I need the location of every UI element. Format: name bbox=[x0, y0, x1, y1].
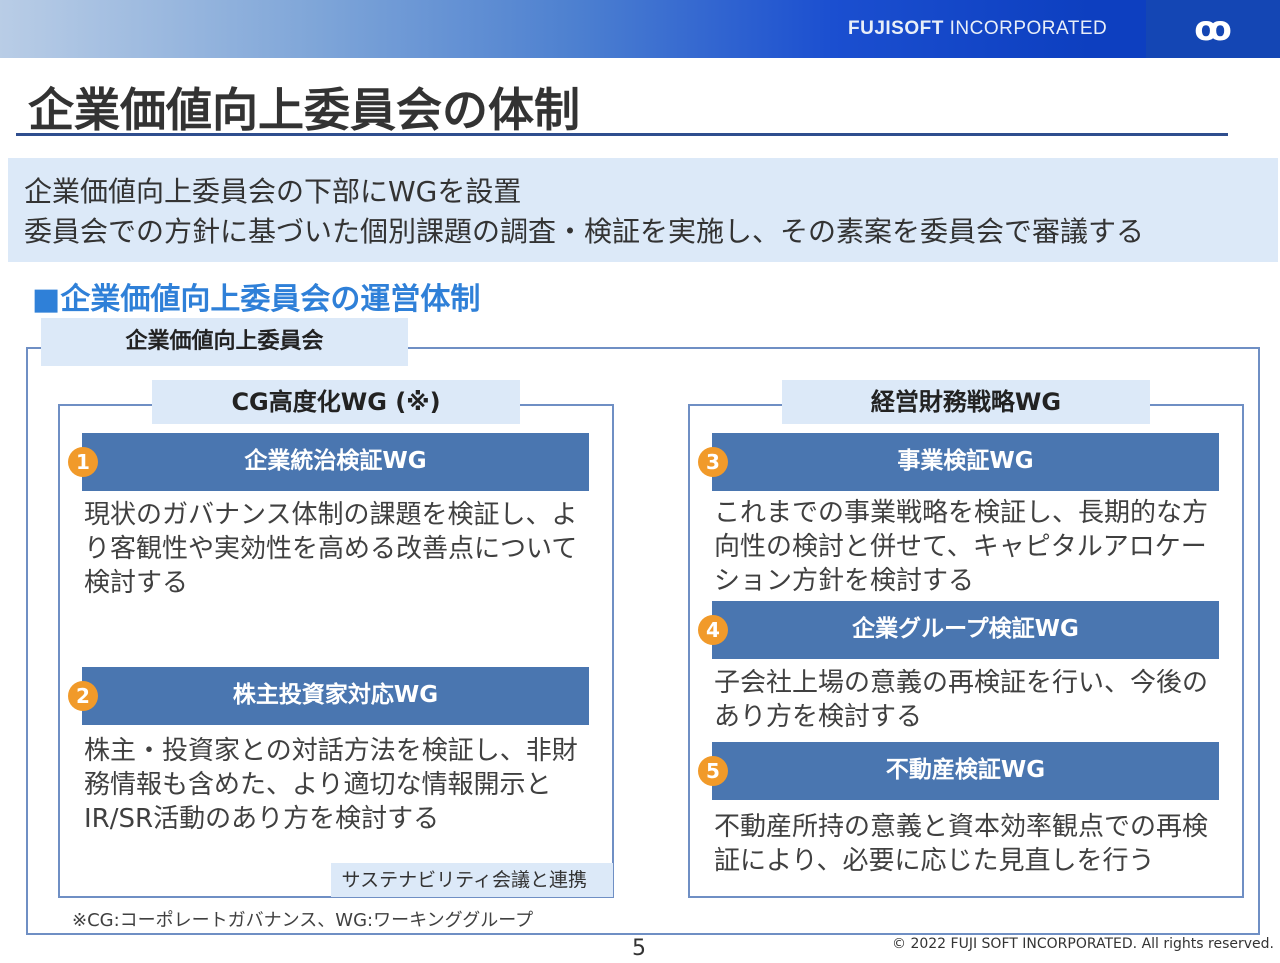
brand-bold: FUJISOFT bbox=[848, 18, 944, 39]
copyright: © 2022 FUJI SOFT INCORPORATED. All right… bbox=[892, 936, 1274, 952]
brand-name: FUJISOFT INCORPORATED bbox=[848, 18, 1107, 40]
wg-desc-1: 現状のガバナンス体制の課題を検証し、より客観性や実効性を高める改善点について検討… bbox=[84, 500, 578, 598]
footnote: ※CG:コーポレートガバナンス、WG:ワーキンググループ bbox=[72, 910, 534, 931]
cg-group-label: CG高度化WG (※) bbox=[152, 380, 520, 424]
wg-desc-5: 不動産所持の意義と資本効率観点での再検証により、必要に応じた見直しを行う bbox=[714, 812, 1209, 876]
number-badge-3: 3 bbox=[698, 447, 728, 477]
number-badge-4: 4 bbox=[698, 615, 728, 645]
page-number: 5 bbox=[632, 936, 646, 961]
section-heading: ■企業価値向上委員会の運営体制 bbox=[32, 282, 481, 317]
number-badge-5: 5 bbox=[698, 756, 728, 786]
wg-header-4: 企業グループ検証WG bbox=[712, 601, 1219, 659]
committee-label: 企業価値向上委員会 bbox=[41, 318, 408, 366]
wg-desc-2: 株主・投資家との対話方法を検証し、非財務情報も含めた、より適切な情報開示とIR/… bbox=[84, 736, 578, 834]
page-title: 企業価値向上委員会の体制 bbox=[28, 83, 580, 137]
wg-header-3: 事業検証WG bbox=[712, 433, 1219, 491]
wg-header-2: 株主投資家対応WG bbox=[82, 667, 589, 725]
number-badge-1: 1 bbox=[68, 447, 98, 477]
wg-header-1: 企業統治検証WG bbox=[82, 433, 589, 491]
wg-header-5: 不動産検証WG bbox=[712, 742, 1219, 800]
sustainability-note: サステナビリティ会議と連携 bbox=[331, 863, 613, 897]
summary-line-1: 企業価値向上委員会の下部にWGを設置 bbox=[24, 175, 522, 208]
summary-banner: 企業価値向上委員会の下部にWGを設置 委員会での方針に基づいた個別課題の調査・検… bbox=[8, 158, 1278, 262]
number-badge-2: 2 bbox=[68, 681, 98, 711]
logo-icon: ꝏ bbox=[1146, 0, 1280, 58]
wg-desc-4: 子会社上場の意義の再検証を行い、今後のあり方を検討する bbox=[714, 668, 1209, 732]
summary-line-2: 委員会での方針に基づいた個別課題の調査・検証を実施し、その素案を委員会で審議する bbox=[24, 215, 1145, 248]
brand-rest: INCORPORATED bbox=[943, 18, 1108, 39]
strategy-group-label: 経営財務戦略WG bbox=[782, 380, 1150, 424]
title-divider bbox=[16, 133, 1228, 136]
wg-desc-3: これまでの事業戦略を検証し、長期的な方向性の検討と併せて、キャピタルアロケーショ… bbox=[714, 498, 1209, 596]
